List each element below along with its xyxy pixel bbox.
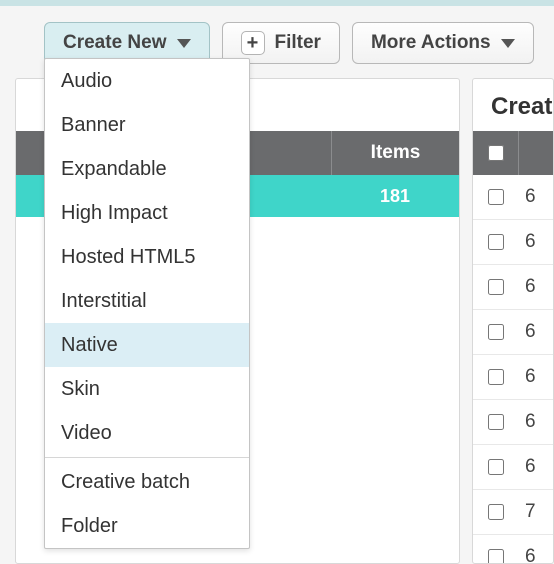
plus-icon: + [241, 31, 265, 55]
table-row[interactable]: 6 [473, 355, 553, 400]
menu-item-high-impact[interactable]: High Impact [45, 191, 249, 235]
row-value: 7 [519, 501, 553, 523]
menu-item-folder[interactable]: Folder [45, 504, 249, 548]
chevron-down-icon [177, 39, 191, 48]
menu-item-video[interactable]: Video [45, 411, 249, 455]
row-value: 6 [519, 231, 553, 253]
row-value: 6 [519, 411, 553, 433]
menu-item-interstitial[interactable]: Interstitial [45, 279, 249, 323]
table-row[interactable]: 6 [473, 445, 553, 490]
row-value: 6 [519, 456, 553, 478]
row-checkbox[interactable] [488, 459, 504, 475]
row-checkbox[interactable] [488, 189, 504, 205]
select-all-checkbox[interactable] [488, 145, 504, 161]
chevron-down-icon [501, 39, 515, 48]
menu-item-native[interactable]: Native [45, 323, 249, 367]
row-value: 6 [519, 276, 553, 298]
row-checkbox[interactable] [488, 549, 504, 564]
more-actions-label: More Actions [371, 32, 491, 54]
table-row[interactable]: 6 [473, 400, 553, 445]
right-table-header [473, 131, 553, 175]
menu-item-expandable[interactable]: Expandable [45, 147, 249, 191]
menu-item-hosted-html5[interactable]: Hosted HTML5 [45, 235, 249, 279]
table-row[interactable]: 6 [473, 220, 553, 265]
more-actions-button[interactable]: More Actions [352, 22, 534, 64]
row-checkbox[interactable] [488, 324, 504, 340]
col-items-header: Items [331, 131, 459, 175]
table-row[interactable]: 6 [473, 175, 553, 220]
filter-label: Filter [275, 32, 321, 54]
create-new-label: Create New [63, 32, 167, 54]
row-value: 6 [519, 321, 553, 343]
row-checkbox[interactable] [488, 234, 504, 250]
table-row[interactable]: 6 [473, 535, 553, 564]
items-cell: 181 [331, 175, 459, 217]
create-new-dropdown: AudioBannerExpandableHigh ImpactHosted H… [44, 58, 250, 549]
table-row[interactable]: 7 [473, 490, 553, 535]
row-value: 6 [519, 186, 553, 208]
menu-item-creative-batch[interactable]: Creative batch [45, 460, 249, 504]
row-checkbox[interactable] [488, 369, 504, 385]
row-value: 6 [519, 546, 553, 564]
row-value: 6 [519, 366, 553, 388]
table-row[interactable]: 6 [473, 310, 553, 355]
menu-separator [45, 457, 249, 458]
row-checkbox[interactable] [488, 414, 504, 430]
row-checkbox[interactable] [488, 279, 504, 295]
right-pane-title: Creat [473, 79, 553, 131]
menu-item-skin[interactable]: Skin [45, 367, 249, 411]
row-checkbox[interactable] [488, 504, 504, 520]
table-row[interactable]: 6 [473, 265, 553, 310]
right-pane: Creat 6 6 6 6 6 6 6 7 6 [472, 78, 554, 564]
menu-item-banner[interactable]: Banner [45, 103, 249, 147]
menu-item-audio[interactable]: Audio [45, 59, 249, 103]
